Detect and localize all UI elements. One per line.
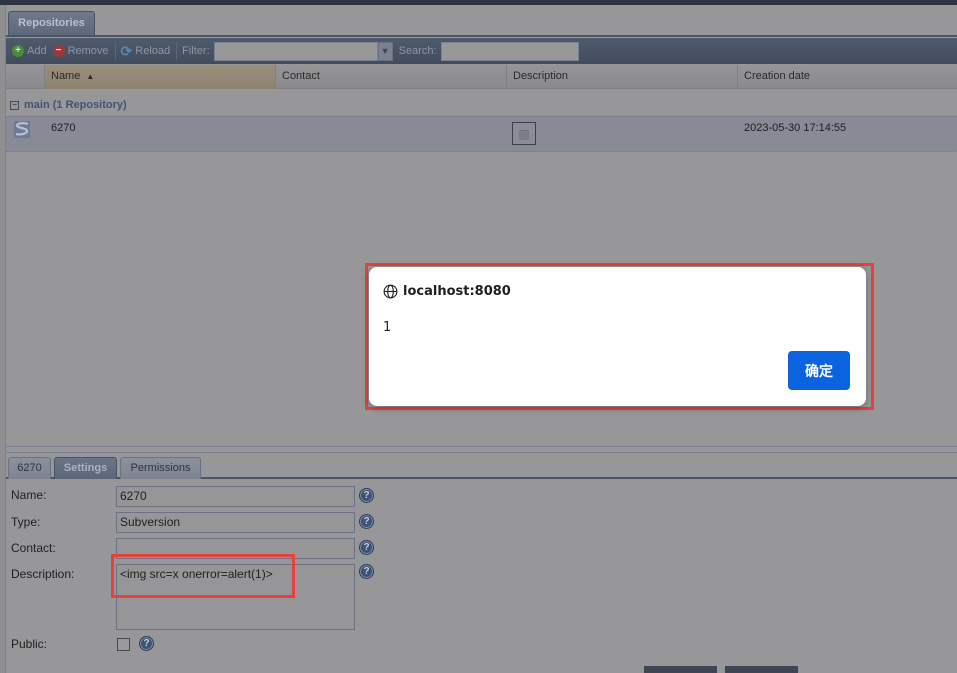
tab-repositories[interactable]: Repositories [8,11,95,35]
name-label: Name: [11,488,47,502]
dialog-message: 1 [383,320,392,335]
search-label: Search: [398,45,437,57]
remove-button[interactable]: − Remove [52,45,109,57]
filter-label: Filter: [182,45,210,57]
dialog-title: localhost:8080 [383,284,511,299]
description-label: Description: [11,567,75,581]
sort-ascending-icon: ▲ [86,72,95,81]
header-contact[interactable]: Contact [276,65,507,89]
filter-select[interactable] [213,41,378,61]
panel-divider [6,446,957,447]
broken-image-icon: ▨ [512,122,536,145]
help-icon[interactable]: ? [359,564,374,579]
help-icon[interactable]: ? [359,488,374,503]
subversion-icon [14,121,30,138]
add-icon: + [12,45,24,57]
public-label: Public: [11,637,48,651]
name-field[interactable]: 6270 [116,486,355,507]
alert-dialog: localhost:8080 1 确定 [369,267,866,406]
annotation-highlight-description [111,554,295,598]
globe-icon [383,284,398,299]
reload-button[interactable]: ⟳ Reload [121,43,171,60]
tab-info[interactable]: 6270 [8,457,51,479]
repository-toolbar: + Add − Remove ⟳ Reload Filter: ▼ Search… [6,38,957,64]
chevron-down-icon: ▼ [380,46,390,56]
reload-label: Reload [135,45,171,57]
reload-icon: ⟳ [120,42,133,59]
contact-label: Contact: [11,541,56,555]
group-row-main[interactable]: − main (1 Repository) [6,95,957,115]
header-icon-column [6,65,45,89]
search-input[interactable] [440,41,579,61]
type-field[interactable]: Subversion [116,512,355,533]
save-button[interactable] [644,666,717,673]
add-label: Add [27,45,47,57]
help-icon[interactable]: ? [359,540,374,555]
remove-icon: − [52,45,65,57]
tab-permissions[interactable]: Permissions [120,457,201,479]
grid-header: Name ▲ Contact Description Creation date [6,65,957,89]
help-icon[interactable]: ? [139,636,154,651]
help-icon[interactable]: ? [359,514,374,529]
filter-dropdown-button[interactable]: ▼ [377,41,393,61]
header-creation-date[interactable]: Creation date [738,65,957,89]
tab-settings[interactable]: Settings [54,457,117,479]
collapse-icon[interactable]: − [10,100,19,110]
type-label: Type: [11,515,41,529]
add-button[interactable]: + Add [12,45,47,57]
reset-button[interactable] [725,666,798,673]
group-label: main (1 Repository) [24,99,127,111]
panel-divider[interactable] [6,452,957,453]
public-checkbox[interactable] [117,638,130,651]
header-description[interactable]: Description [507,65,738,89]
repo-name: 6270 [51,122,76,134]
header-name[interactable]: Name ▲ [45,65,276,89]
detail-tabs: 6270 Settings Permissions [6,455,957,479]
repo-creation-date: 2023-05-30 17:14:55 [744,122,847,134]
toolbar-separator [176,43,178,59]
table-row[interactable]: 6270 ▨ 2023-05-30 17:14:55 [6,116,957,152]
remove-label: Remove [67,45,109,57]
main-tab-strip: Repositories [6,9,957,37]
toolbar-separator [114,43,116,59]
ok-button[interactable]: 确定 [788,351,850,390]
header-name-label: Name [51,70,81,82]
dialog-origin: localhost:8080 [403,284,511,299]
